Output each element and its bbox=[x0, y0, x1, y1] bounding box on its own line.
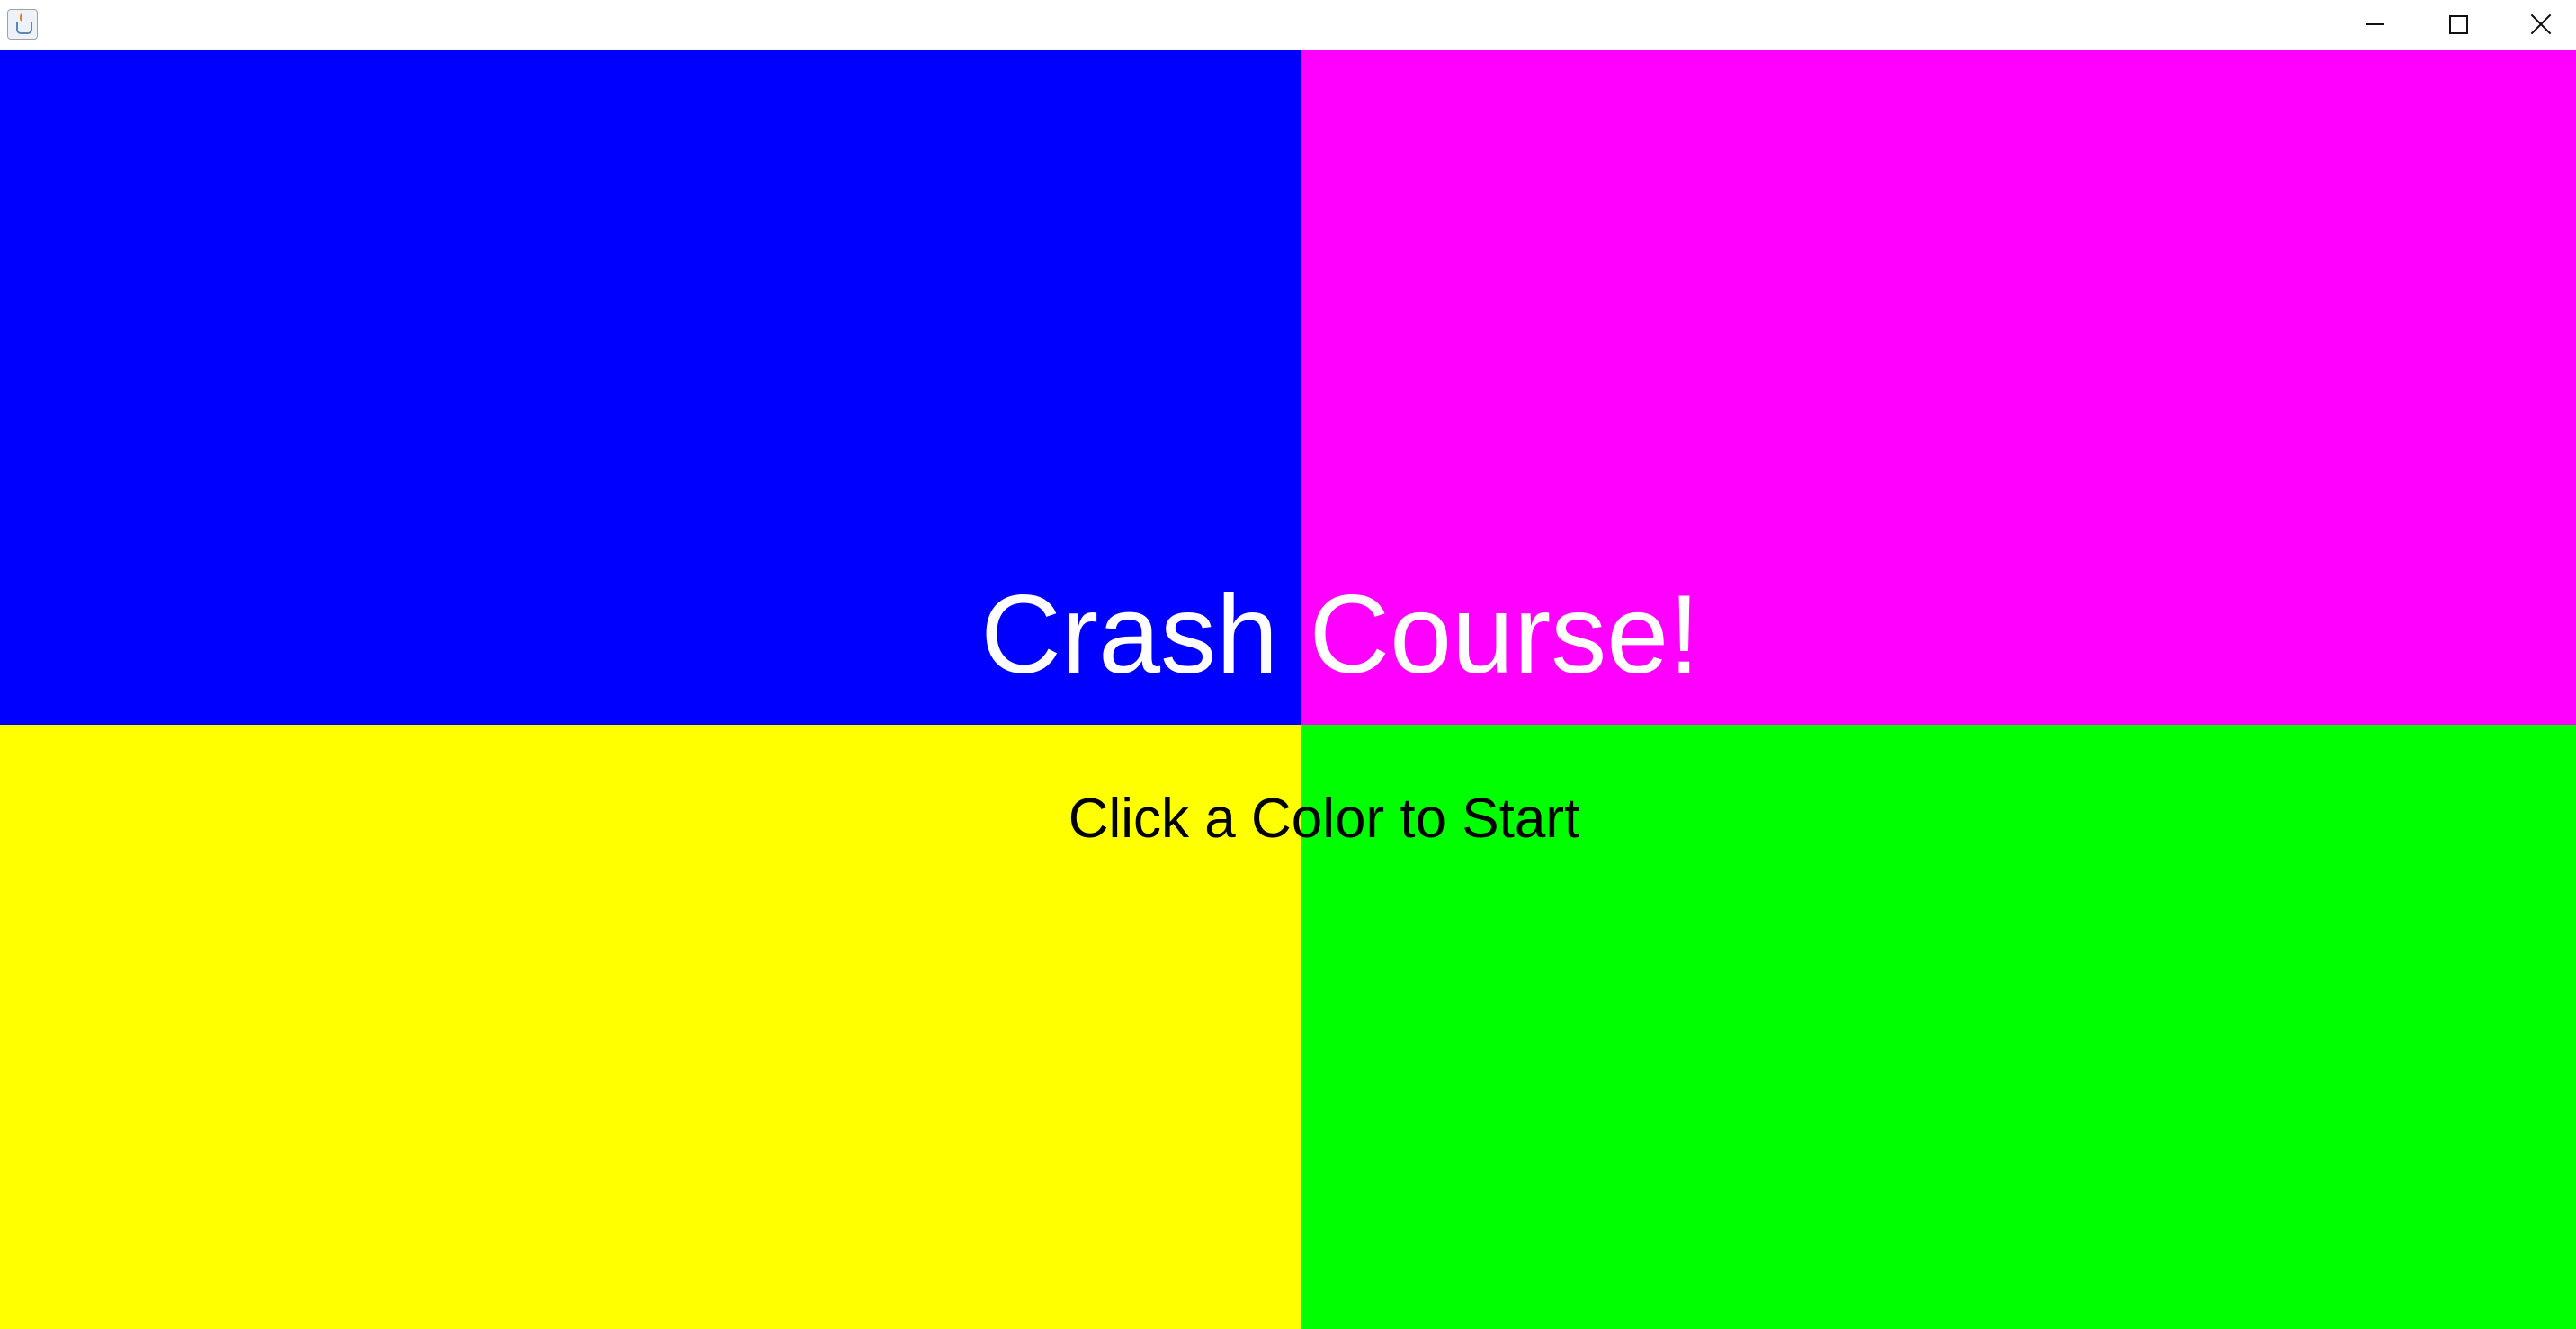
minimize-button[interactable] bbox=[2333, 0, 2416, 50]
game-canvas: Crash Course! Click a Color to Start bbox=[0, 50, 2576, 1329]
color-quadrant-green[interactable] bbox=[1301, 725, 2576, 1329]
steam-mark bbox=[20, 13, 27, 22]
color-quadrant-magenta[interactable] bbox=[1301, 50, 2576, 725]
close-button[interactable] bbox=[2499, 0, 2576, 50]
color-quadrant-yellow[interactable] bbox=[0, 725, 1301, 1329]
cup-mark bbox=[16, 22, 32, 34]
close-icon bbox=[2529, 13, 2553, 36]
java-coffee-cup-icon[interactable] bbox=[7, 9, 38, 40]
color-quadrant-blue[interactable] bbox=[0, 50, 1301, 725]
maximize-button[interactable] bbox=[2416, 0, 2499, 50]
title-bar[interactable] bbox=[0, 0, 2576, 50]
minimize-icon bbox=[2366, 23, 2384, 25]
game-window: Crash Course! Click a Color to Start bbox=[0, 0, 2576, 1329]
maximize-icon bbox=[2449, 15, 2468, 34]
